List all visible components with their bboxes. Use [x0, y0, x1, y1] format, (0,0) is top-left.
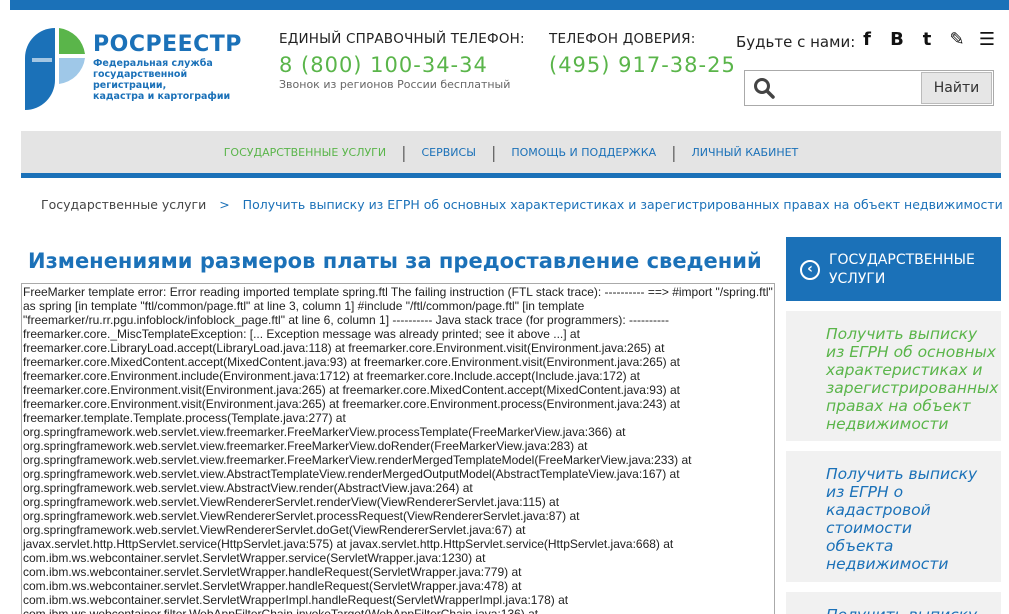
logo[interactable]: РОСРЕЕСТР Федеральная служба государстве…	[24, 24, 254, 118]
livejournal-icon[interactable]: ✎	[946, 29, 968, 51]
sidebar-item-egrn-rights[interactable]: Получить выписку из ЕГРН об основных хар…	[786, 311, 1001, 441]
error-line: javax.servlet.http.HttpServlet.service(H…	[23, 537, 674, 551]
error-line: com.ibm.ws.webcontainer.servlet.ServletW…	[23, 579, 522, 593]
error-line: org.springframework.web.servlet.view.fre…	[23, 453, 692, 467]
hotline-note: Звонок из регионов России бесплатный	[279, 78, 511, 91]
nav-separator: |	[401, 142, 407, 162]
nav-item-account[interactable]: ЛИЧНЫЙ КАБИНЕТ	[691, 146, 798, 159]
error-line: com.ibm.ws.webcontainer.servlet.ServletW…	[23, 565, 522, 579]
search-icon	[754, 78, 775, 99]
sidebar-item-egrn-cadastral-value[interactable]: Получить выписку из ЕГРН о кадастровой с…	[786, 451, 1001, 582]
breadcrumb: Государственные услуги > Получить выписк…	[41, 197, 1003, 212]
nav-separator: |	[671, 142, 677, 162]
nav-item-help[interactable]: ПОМОЩЬ И ПОДДЕРЖКА	[511, 146, 656, 159]
error-line: org.springframework.web.servlet.view.fre…	[23, 439, 588, 453]
error-line: FreeMarker template error: Error reading…	[23, 285, 773, 299]
error-line: org.springframework.web.servlet.view.fre…	[23, 425, 626, 439]
error-line: "freemarker/ru.rr.pgu.infoblock/infobloc…	[23, 313, 670, 327]
main-nav: ГОСУДАРСТВЕННЫЕ УСЛУГИ | СЕРВИСЫ | ПОМОЩ…	[21, 131, 1001, 178]
nav-item-gov-services[interactable]: ГОСУДАРСТВЕННЫЕ УСЛУГИ	[224, 146, 386, 159]
sidebar-item-label: Получить выписку из ЕГРН о кадастровой с…	[826, 465, 978, 573]
breadcrumb-separator: >	[219, 197, 230, 212]
sidebar-item-label: Получить выписку	[826, 606, 996, 614]
error-line: freemarker.core.Environment.visit(Enviro…	[23, 383, 680, 397]
sidebar-item-label: Получить выписку из ЕГРН об основных хар…	[826, 325, 999, 433]
search-input[interactable]	[781, 75, 917, 101]
top-bar	[10, 0, 1009, 10]
trust-phone-label: ТЕЛЕФОН ДОВЕРИЯ:	[549, 31, 696, 47]
page-title: Изменениями размеров платы за предоставл…	[28, 249, 762, 273]
error-line: freemarker.template.Template.process(Tem…	[23, 411, 346, 425]
logo-subtitle: Федеральная служба государственной регис…	[93, 58, 231, 102]
back-circle-icon: ‹	[800, 260, 820, 280]
sidebar-header[interactable]: ‹ ГОСУДАРСТВЕННЫЕ УСЛУГИ	[786, 237, 1001, 301]
error-line: org.springframework.web.servlet.ViewRend…	[23, 495, 560, 509]
error-line: com.ibm.ws.webcontainer.filter.WebAppFil…	[23, 607, 539, 614]
error-line: org.springframework.web.servlet.ViewRend…	[23, 509, 580, 523]
error-line: freemarker.core.MixedContent.accept(Mixe…	[23, 355, 680, 369]
nav-separator: |	[490, 142, 497, 162]
error-line: as spring [in template "ftl/common/page.…	[23, 299, 585, 313]
social-links: f B t ✎ ☰	[856, 29, 998, 51]
twitter-icon[interactable]: t	[916, 29, 938, 51]
sidebar-item-egrn-extract[interactable]: Получить выписку	[786, 592, 1001, 614]
error-line: freemarker.core.Environment.include(Envi…	[23, 369, 640, 383]
error-line: org.springframework.web.servlet.view.Abs…	[23, 481, 473, 495]
error-message: FreeMarker template error: Error reading…	[21, 283, 775, 614]
trust-phone-block: ТЕЛЕФОН ДОВЕРИЯ: (495) 917-38-25	[549, 31, 736, 77]
search-box: Найти	[744, 70, 994, 106]
breadcrumb-current[interactable]: Получить выписку из ЕГРН об основных хар…	[243, 197, 1003, 212]
logo-name: РОСРЕЕСТР	[93, 32, 242, 57]
hotline-block: ЕДИНЫЙ СПРАВОЧНЫЙ ТЕЛЕФОН: 8 (800) 100-3…	[279, 31, 525, 91]
error-line: com.ibm.ws.webcontainer.servlet.ServletW…	[23, 593, 569, 607]
vk-icon[interactable]: B	[886, 29, 908, 51]
error-line: freemarker.core.Environment.visit(Enviro…	[23, 397, 680, 411]
error-line: com.ibm.ws.webcontainer.servlet.ServletW…	[23, 551, 486, 565]
error-line: org.springframework.web.servlet.view.Abs…	[23, 467, 680, 481]
hotline-label: ЕДИНЫЙ СПРАВОЧНЫЙ ТЕЛЕФОН:	[279, 31, 525, 47]
social-label: Будьте с нами:	[736, 33, 856, 51]
facebook-icon[interactable]: f	[856, 29, 878, 51]
error-line: org.springframework.web.servlet.ViewRend…	[23, 523, 526, 537]
search-button[interactable]: Найти	[921, 72, 992, 104]
logo-emblem-icon	[25, 28, 85, 110]
sidebar-header-label: ГОСУДАРСТВЕННЫЕ УСЛУГИ	[829, 252, 975, 287]
trust-phone-number[interactable]: (495) 917-38-25	[549, 53, 736, 77]
hotline-number[interactable]: 8 (800) 100-34-34	[279, 53, 525, 77]
error-line: freemarker.core.LibraryLoad.accept(Libra…	[23, 341, 665, 355]
nav-item-services[interactable]: СЕРВИСЫ	[422, 146, 476, 159]
error-line: freemarker.core._MiscTemplateException: …	[23, 327, 580, 341]
rss-icon[interactable]: ☰	[976, 29, 998, 51]
breadcrumb-root[interactable]: Государственные услуги	[41, 197, 206, 212]
